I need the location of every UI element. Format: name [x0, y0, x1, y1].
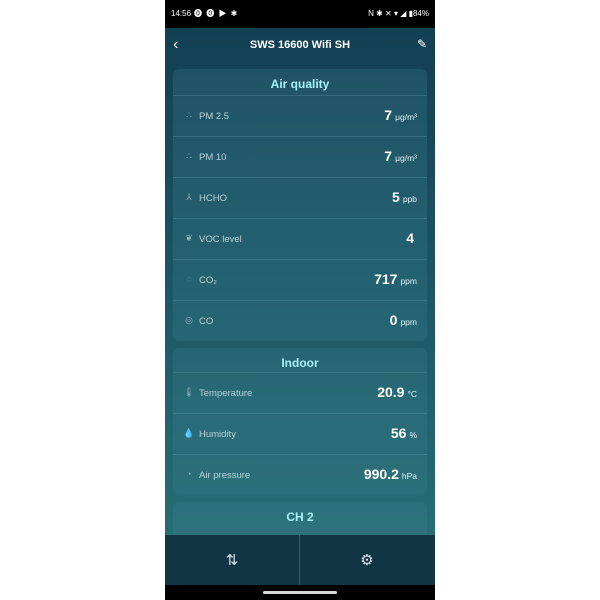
leaf-icon: ❦ [185, 233, 193, 243]
gesture-area [165, 585, 435, 600]
pm10-label: PM 10 [199, 152, 227, 163]
bottom-nav: ⇅ ⚙ [165, 535, 435, 585]
air-pressure-row[interactable]: ◔ Air pressure 990.2 hPa [173, 454, 427, 496]
notification-icons: ⓿ ⓿ ▶ ✱ [194, 9, 239, 18]
humidity-value: 56% [390, 425, 417, 441]
settings-button[interactable]: ⚙ [300, 535, 434, 585]
hcho-row[interactable]: ⅄ HCHO 5 ppb [173, 177, 427, 219]
app-header: ‹ SWS 16600 Wifi SH ✎ [165, 28, 435, 64]
voc-row[interactable]: ❦ VOC level 4 [173, 218, 427, 260]
temperature-label: Temperature [199, 388, 253, 399]
sort-button[interactable]: ⇅ [165, 535, 299, 585]
hcho-icon: ⅄ [186, 192, 192, 202]
page-title: SWS 16600 Wifi SH [249, 39, 351, 51]
air-quality-card: Air quality ∴ PM 2.5 7 μg/m³ ∴ PM 10 7 μg/… [173, 69, 427, 341]
pm25-value: 7 μg/m³ [384, 107, 417, 123]
air-pressure-value: 990.2 hPa [363, 466, 417, 482]
hcho-value: 5 ppb [392, 189, 417, 205]
pm10-row[interactable]: ∴ PM 10 7 μg/m³ [173, 136, 427, 178]
sort-arrows-icon: ⇅ [225, 552, 239, 569]
humidity-row[interactable]: 💧 Humidity 56% [173, 413, 427, 455]
co-icon: ◎ [185, 315, 193, 325]
status-time: 14:56 [171, 9, 192, 18]
humidity-label: Humidity [199, 429, 236, 440]
voc-value: 4 [406, 230, 414, 246]
gauge-icon: ◔ [186, 469, 192, 479]
thermometer-icon: 🌡 [183, 387, 195, 397]
gear-icon: ⚙ [360, 552, 374, 569]
voc-label: VOC level [199, 234, 242, 245]
pm10-icon: ∴ [186, 151, 192, 161]
air-pressure-label: Air pressure [199, 470, 251, 481]
pm25-row[interactable]: ∴ PM 2.5 7 μg/m³ [173, 95, 427, 137]
pm25-icon: ∴ [186, 110, 192, 120]
phone-screen: 14:56 ⓿ ⓿ ▶ ✱ N ✱ ✕ ▾ ◢ ▮84% ‹ SWS 16600… [165, 0, 435, 600]
status-right-icons: N ✱ ✕ ▾ ◢ ▮84% [368, 9, 429, 18]
co2-value: 717 ppm [374, 271, 417, 287]
home-gesture-bar[interactable] [263, 591, 337, 594]
co-value: 0 ppm [389, 312, 417, 328]
edit-pencil-icon[interactable]: ✎ [417, 37, 427, 51]
co2-label: CO₂ [199, 275, 217, 286]
hcho-label: HCHO [199, 193, 227, 204]
droplet-icon: 💧 [183, 428, 195, 438]
temperature-row[interactable]: 🌡 Temperature 20.9 °C [173, 372, 427, 414]
co-label: CO [199, 316, 214, 327]
co-row[interactable]: ◎ CO 0 ppm [173, 300, 427, 342]
ch2-title: CH 2 [286, 510, 314, 524]
pm25-label: PM 2.5 [199, 111, 230, 122]
pm10-value: 7 μg/m³ [384, 148, 417, 164]
status-bar: 14:56 ⓿ ⓿ ▶ ✱ N ✱ ✕ ▾ ◢ ▮84% [165, 0, 435, 28]
co2-cloud-icon: ◌ [186, 274, 192, 284]
air-quality-title: Air quality [270, 77, 330, 91]
co2-row[interactable]: ◌ CO₂ 717 ppm [173, 259, 427, 301]
temperature-value: 20.9 °C [377, 384, 417, 400]
indoor-card: Indoor 🌡 Temperature 20.9 °C 💧 Humidity 5… [173, 348, 427, 494]
indoor-title: Indoor [281, 356, 319, 370]
